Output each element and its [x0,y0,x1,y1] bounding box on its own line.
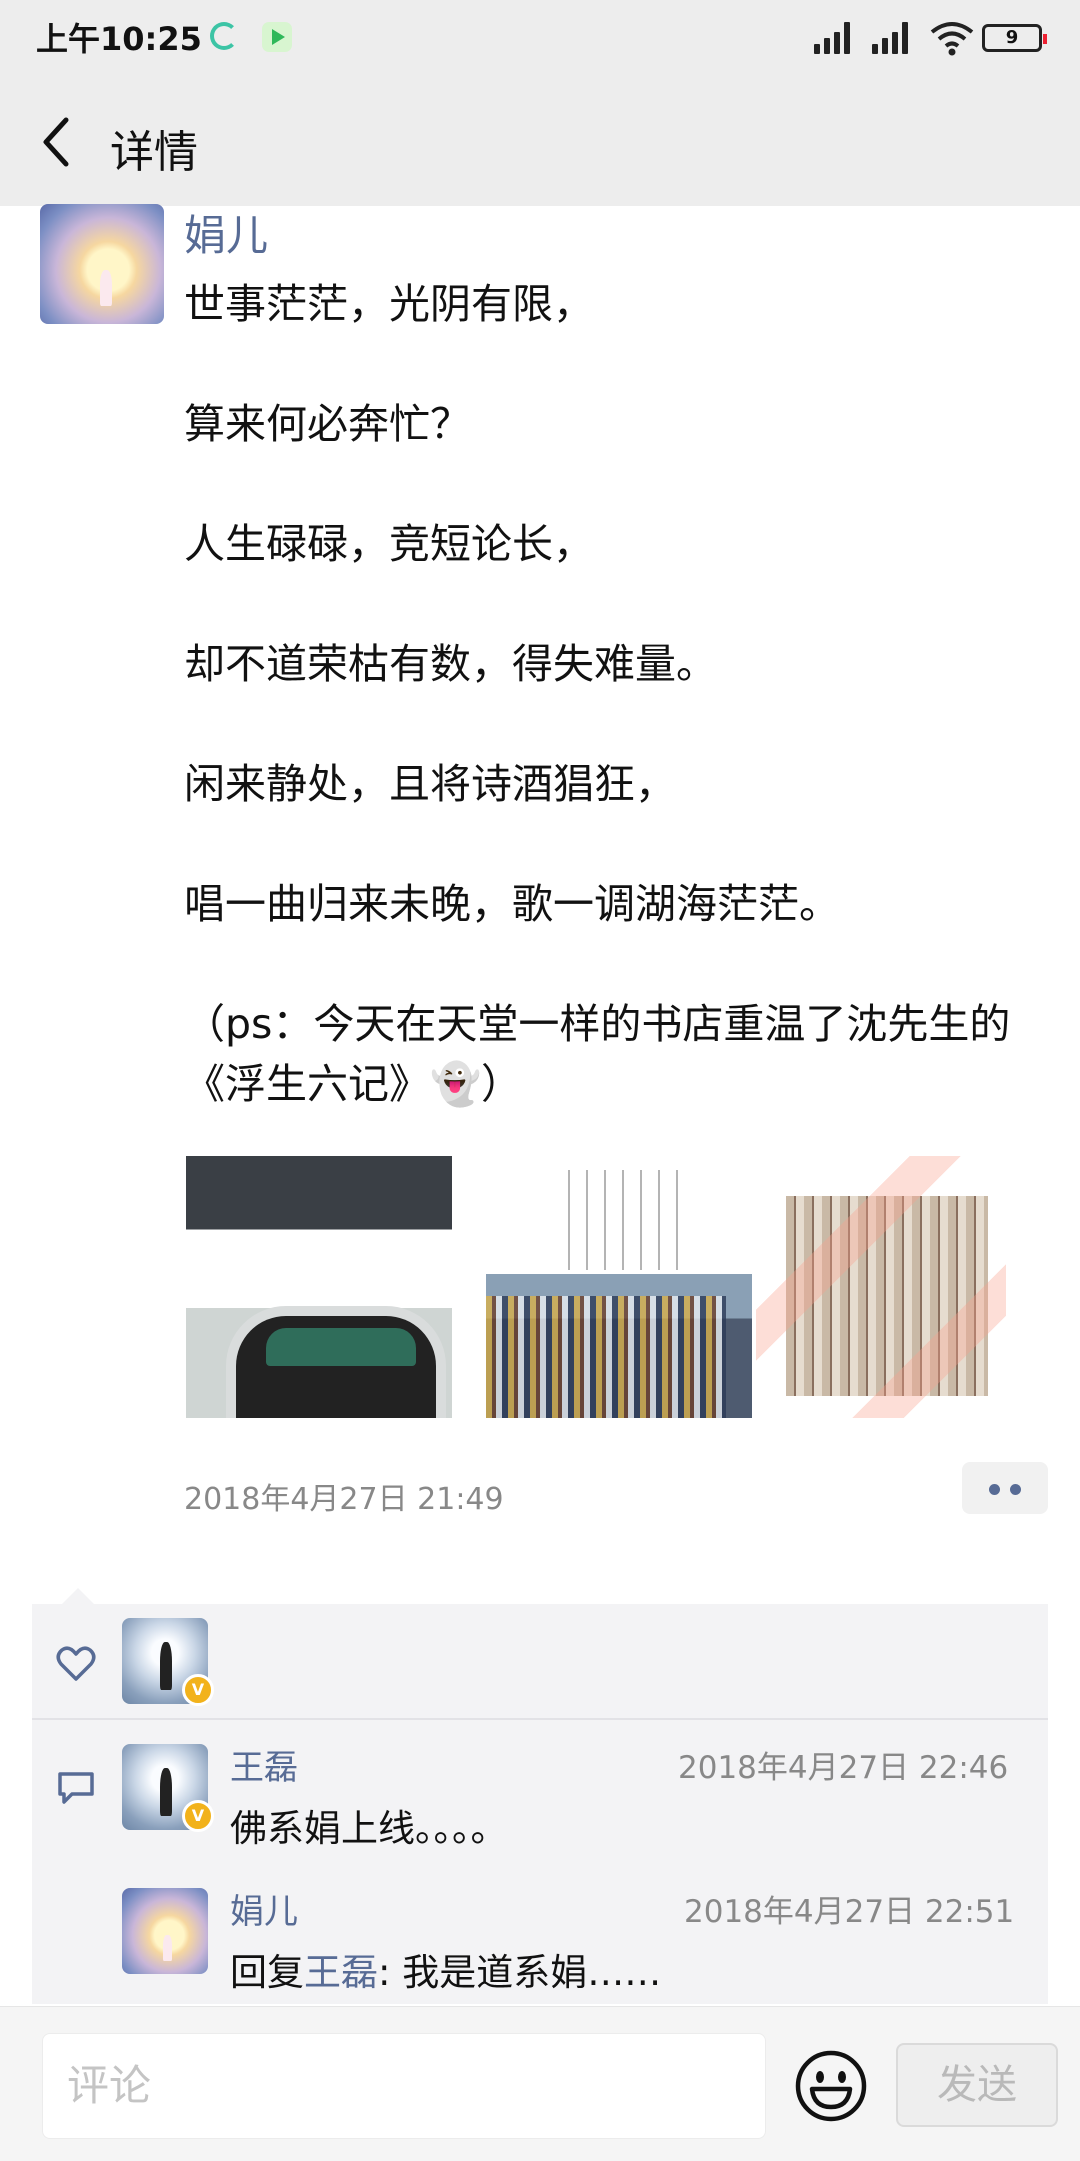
comment-input[interactable]: 评论 [42,2033,766,2139]
verified-badge: V [182,1674,214,1706]
likes-row: V [32,1604,1048,1720]
comment-author[interactable]: 娟儿 [230,1884,298,1933]
reply-prefix: 回复 [230,1951,304,1994]
bookstore-photo-1[interactable] [186,1156,452,1418]
video-app-icon [262,22,292,52]
comment-text[interactable]: 回复王磊: 我是道系娟…… [230,1942,661,1996]
comment-time: 2018年4月27日 22:46 [678,1750,1009,1786]
commenter-avatar[interactable] [122,1888,208,1974]
wifi-icon [930,22,974,56]
status-time: 上午10:25 [36,20,202,58]
send-button[interactable]: 发送 [896,2043,1058,2127]
comment-time: 2018年4月27日 22:51 [684,1894,1015,1930]
poster-name[interactable]: 娟儿 [184,202,268,263]
battery-icon: 9 [982,24,1047,52]
status-bar: 上午10:25 9 [0,0,1080,76]
heart-icon [56,1646,96,1681]
signal-1-icon [814,22,860,54]
bookstore-photo-3[interactable] [756,1156,1006,1418]
chevron-left-icon[interactable] [36,112,86,172]
comment-icon [58,1772,94,1804]
page-title: 详情 [110,127,198,178]
bookstore-photo-2[interactable] [486,1156,752,1418]
reply-body: : 我是道系娟…… [378,1951,662,1994]
comment-author[interactable]: 王磊 [230,1740,298,1789]
verified-badge: V [182,1800,214,1832]
sync-app-icon [210,22,238,50]
comments-panel: V V 王磊 2018年4月27日 22:46 佛系娟上线。。。。 娟儿 201… [32,1604,1048,2004]
signal-2-icon [872,22,918,54]
comment-text[interactable]: 佛系娟上线。。。。 [230,1798,508,1852]
title-bar: 详情 [0,76,1080,206]
comment-input-bar: 评论 发送 [0,2006,1080,2161]
more-options-button[interactable] [962,1462,1048,1514]
post-text: 世事茫茫，光阴有限， 算来何必奔忙？ 人生碌碌，竞短论长， 却不道荣枯有数，得失… [184,280,1011,1108]
post-timestamp: 2018年4月27日 21:49 [184,1482,504,1517]
reply-to-name[interactable]: 王磊 [304,1951,378,1994]
poster-avatar[interactable] [40,204,164,324]
smiley-icon[interactable] [794,2049,868,2123]
